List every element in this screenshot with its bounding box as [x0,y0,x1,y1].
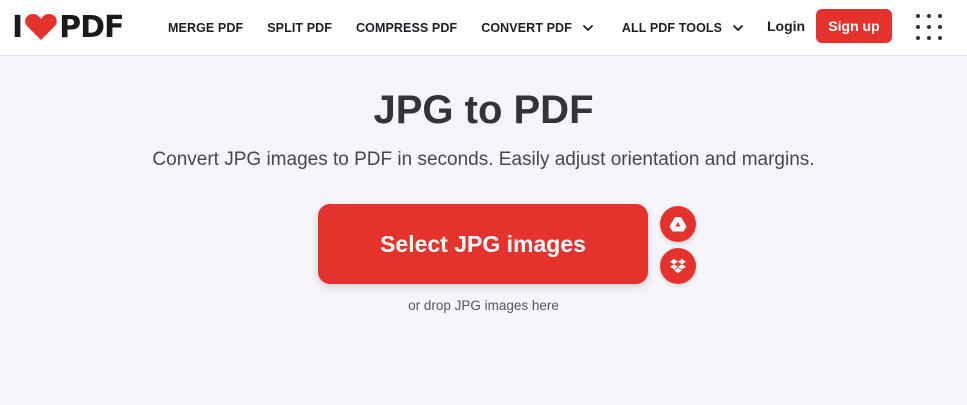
main-nav: MERGE PDF SPLIT PDF COMPRESS PDF CONVERT… [168,0,768,56]
drop-hint-text: or drop JPG images here [408,298,559,313]
apps-dot [916,25,920,29]
nav-merge-pdf[interactable]: MERGE PDF [168,21,243,35]
heart-logo-icon [25,14,57,40]
logo-text-i: I [12,9,23,45]
nav-compress-pdf-label: COMPRESS PDF [356,21,458,35]
nav-split-pdf-label: SPLIT PDF [267,21,333,35]
nav-convert-pdf[interactable]: CONVERT PDF [481,21,594,35]
dropbox-icon [670,259,686,273]
select-jpg-images-button[interactable]: Select JPG images [318,204,648,284]
apps-dot [927,14,931,18]
top-header: I PDF MERGE PDF SPLIT PDF COMPRESS PDF C… [0,0,967,56]
chevron-down-icon [733,25,743,31]
chevron-down-icon [583,25,593,31]
apps-dot [916,14,920,18]
nav-convert-pdf-label: CONVERT PDF [481,21,572,35]
nav-compress-pdf[interactable]: COMPRESS PDF [356,21,457,35]
apps-dot [927,36,931,40]
ilovepdf-logo[interactable]: I PDF [12,9,125,45]
google-drive-icon [669,217,687,232]
dropbox-button[interactable] [660,248,696,284]
logo-text-pdf: PDF [59,9,124,45]
apps-dot [938,14,942,18]
nav-all-pdf-tools-label: ALL PDF TOOLS [621,21,723,35]
signup-button[interactable]: Sign up [816,9,892,43]
apps-dot [916,36,920,40]
apps-grid-icon[interactable] [916,14,942,40]
apps-dot [938,25,942,29]
apps-dot [938,36,942,40]
page-subtitle: Convert JPG images to PDF in seconds. Ea… [152,149,815,170]
nav-all-pdf-tools[interactable]: ALL PDF TOOLS [622,21,744,35]
apps-dot [927,25,931,29]
page-title: JPG to PDF [373,88,594,132]
login-link[interactable]: Login [767,18,805,34]
google-drive-button[interactable] [660,206,696,242]
nav-merge-pdf-label: MERGE PDF [168,21,244,35]
nav-split-pdf[interactable]: SPLIT PDF [267,21,332,35]
